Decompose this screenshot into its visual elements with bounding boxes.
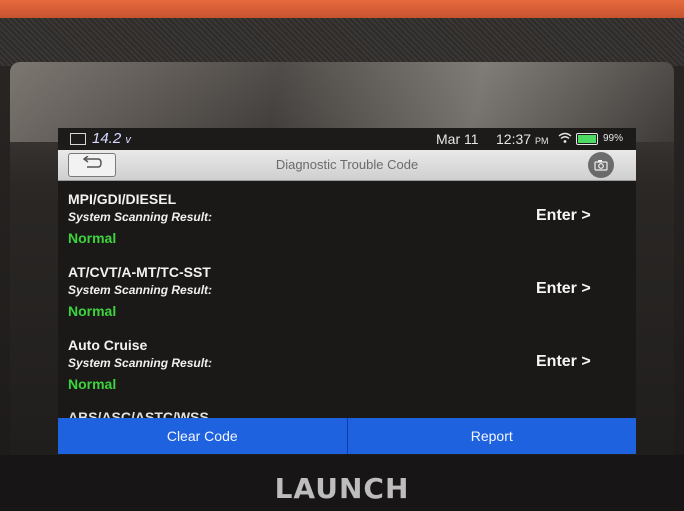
battery-level-icon: [576, 133, 598, 145]
status-date: Mar 11: [436, 131, 479, 147]
system-item-auto-cruise: Auto Cruise System Scanning Result: Norm…: [58, 327, 636, 399]
battery-level-fill: [578, 135, 596, 143]
page-title: Diagnostic Trouble Code: [275, 157, 419, 172]
status-bar: 14.2 v Mar 11 12:37 PM 99%: [58, 128, 636, 150]
enter-button[interactable]: Enter >: [536, 207, 591, 225]
device-bezel-grip: [0, 18, 684, 66]
back-button[interactable]: [68, 153, 116, 177]
clear-code-button[interactable]: Clear Code: [58, 418, 347, 454]
status-time: 12:37 PM: [496, 131, 548, 147]
screenshot-button[interactable]: [578, 152, 624, 178]
device-photo: 14.2 v Mar 11 12:37 PM 99% Diagnostic Tr…: [0, 0, 684, 511]
system-name: MPI/GDI/DIESEL: [68, 191, 177, 207]
device-screen: 14.2 v Mar 11 12:37 PM 99% Diagnostic Tr…: [58, 128, 636, 454]
enter-button[interactable]: Enter >: [536, 353, 591, 371]
action-bar: Clear Code Report: [58, 418, 636, 454]
system-item-mpi-gdi-diesel: MPI/GDI/DIESEL System Scanning Result: N…: [58, 181, 636, 253]
report-button[interactable]: Report: [347, 418, 636, 454]
camera-icon: [588, 152, 614, 178]
battery-icon: [70, 133, 86, 145]
system-item-at-cvt: AT/CVT/A-MT/TC-SST System Scanning Resul…: [58, 254, 636, 326]
scan-result-label: System Scanning Result:: [68, 283, 213, 297]
time-ampm: PM: [534, 136, 549, 146]
system-name: AT/CVT/A-MT/TC-SST: [68, 264, 211, 280]
scan-result-label: System Scanning Result:: [68, 210, 213, 224]
voltage-unit: v: [125, 134, 131, 146]
system-list: MPI/GDI/DIESEL System Scanning Result: N…: [58, 181, 636, 419]
wifi-icon: [558, 132, 572, 144]
back-arrow-icon: [81, 154, 103, 175]
title-bar: Diagnostic Trouble Code: [58, 150, 636, 181]
scan-result-status: Normal: [68, 303, 117, 319]
voltage-value: 14.2: [92, 130, 122, 147]
scan-result-status: Normal: [68, 230, 117, 246]
device-brand-logo: LAUNCH: [274, 472, 410, 505]
scan-result-label: System Scanning Result:: [68, 356, 213, 370]
device-case-top: [0, 0, 684, 18]
voltage-readout: 14.2 v: [92, 130, 131, 147]
time-value: 12:37: [496, 131, 532, 147]
enter-button[interactable]: Enter >: [536, 280, 591, 298]
battery-percent: 99%: [603, 133, 624, 144]
scan-result-status: Normal: [68, 376, 117, 392]
system-name: Auto Cruise: [68, 337, 148, 353]
